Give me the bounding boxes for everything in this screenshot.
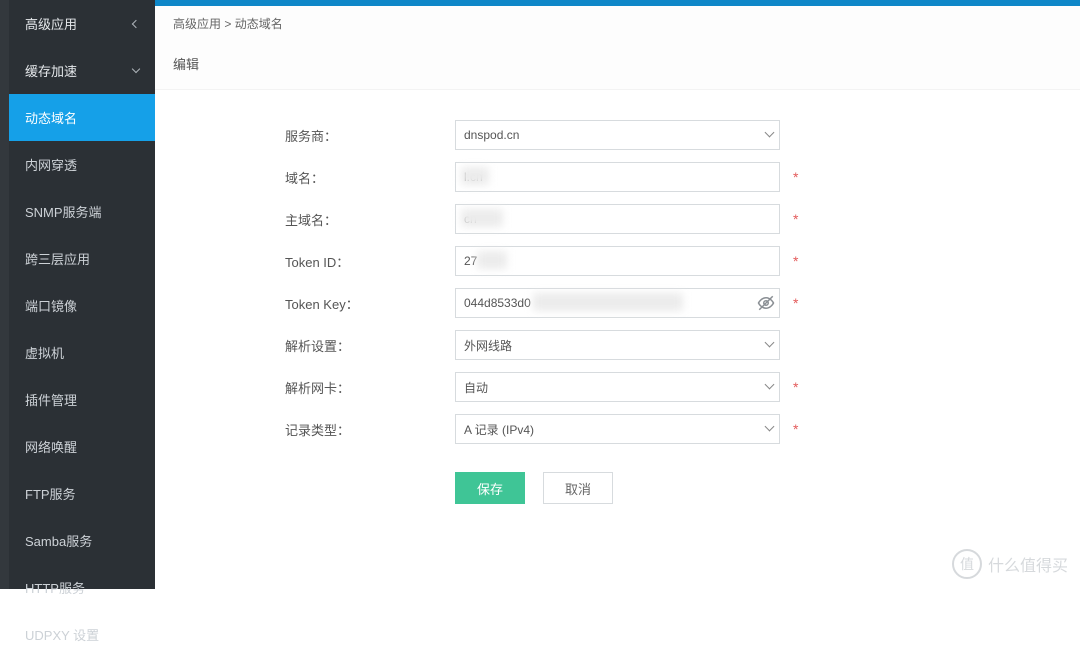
required-icon: * <box>793 379 798 395</box>
sidebar-item-wol[interactable]: 网络唤醒 <box>9 423 155 470</box>
chevron-left-icon <box>132 19 140 27</box>
label-nic: 解析网卡： <box>155 378 455 397</box>
input-domain[interactable] <box>455 162 780 192</box>
select-provider[interactable]: dnspod.cn <box>455 120 780 150</box>
label-hostname: 主域名： <box>155 210 455 229</box>
sidebar: 高级应用 缓存加速 动态域名 内网穿透 SNMP服务端 跨三层应用 端口镜像 虚… <box>9 0 155 589</box>
label-resolve: 解析设置： <box>155 336 455 355</box>
required-icon: * <box>793 421 798 437</box>
redaction-mask <box>533 293 683 311</box>
select-resolve[interactable]: 外网线路 <box>455 330 780 360</box>
eye-off-icon[interactable] <box>757 294 775 312</box>
breadcrumb-part-1[interactable]: 高级应用 <box>173 17 221 31</box>
ddns-form: 服务商： dnspod.cn 域名： * 主域名： * <box>155 90 1080 504</box>
sidebar-item-layer3[interactable]: 跨三层应用 <box>9 235 155 282</box>
sidebar-header-cache[interactable]: 缓存加速 <box>9 47 155 94</box>
sidebar-header-advanced[interactable]: 高级应用 <box>9 0 155 47</box>
label-record-type: 记录类型： <box>155 420 455 439</box>
sidebar-item-snmp[interactable]: SNMP服务端 <box>9 188 155 235</box>
sidebar-item-samba[interactable]: Samba服务 <box>9 517 155 564</box>
label-token-id: Token ID： <box>155 252 455 271</box>
breadcrumb: 高级应用 > 动态域名 <box>155 6 1080 44</box>
cancel-button[interactable]: 取消 <box>543 472 613 504</box>
required-icon: * <box>793 253 798 269</box>
label-token-key: Token Key： <box>155 294 455 313</box>
breadcrumb-separator: > <box>224 17 231 31</box>
sidebar-item-plugins[interactable]: 插件管理 <box>9 376 155 423</box>
sidebar-item-vm[interactable]: 虚拟机 <box>9 329 155 376</box>
required-icon: * <box>793 169 798 185</box>
sidebar-item-ftp[interactable]: FTP服务 <box>9 470 155 517</box>
sidebar-item-udpxy[interactable]: UDPXY 设置 <box>9 611 155 658</box>
redaction-mask <box>477 251 507 269</box>
chevron-down-icon <box>132 65 140 73</box>
sidebar-header-label: 高级应用 <box>25 14 77 33</box>
input-hostname[interactable] <box>455 204 780 234</box>
select-record-type[interactable]: A 记录 (IPv4) <box>455 414 780 444</box>
sidebar-expander-label: 缓存加速 <box>25 61 77 80</box>
sidebar-item-port-mirror[interactable]: 端口镜像 <box>9 282 155 329</box>
label-domain: 域名： <box>155 168 455 187</box>
required-icon: * <box>793 211 798 227</box>
redaction-mask <box>461 167 489 185</box>
main-panel: 高级应用 > 动态域名 编辑 服务商： dnspod.cn 域名： * 主域名： <box>155 6 1080 589</box>
label-provider: 服务商： <box>155 126 455 145</box>
section-title: 编辑 <box>155 44 1080 90</box>
sidebar-item-http[interactable]: HTTP服务 <box>9 564 155 611</box>
breadcrumb-part-2[interactable]: 动态域名 <box>235 17 283 31</box>
sidebar-item-nat-traversal[interactable]: 内网穿透 <box>9 141 155 188</box>
redaction-mask <box>461 209 503 227</box>
select-nic[interactable]: 自动 <box>455 372 780 402</box>
sidebar-item-ddns[interactable]: 动态域名 <box>9 94 155 141</box>
left-edge-strip <box>0 0 9 589</box>
required-icon: * <box>793 295 798 311</box>
save-button[interactable]: 保存 <box>455 472 525 504</box>
